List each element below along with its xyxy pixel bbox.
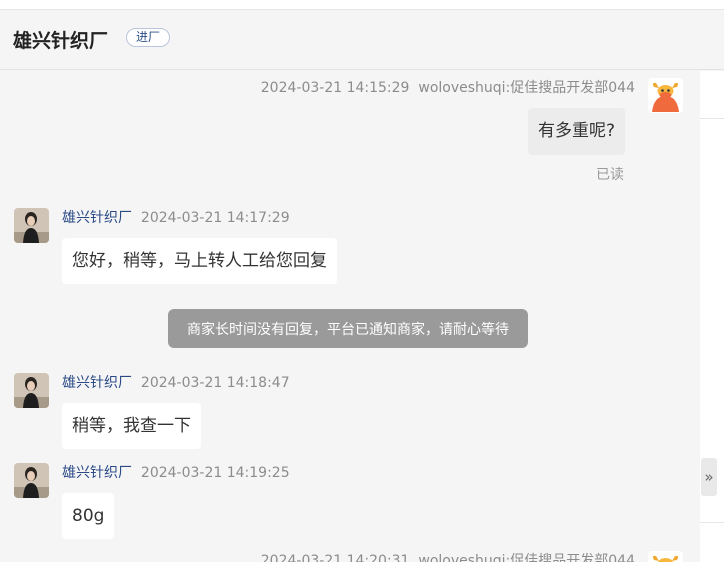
- message-bubble[interactable]: 80g: [62, 493, 115, 539]
- message-meta: 雄兴针织厂 2024-03-21 14:19:25: [62, 462, 290, 482]
- rail-divider: [700, 118, 724, 119]
- message-sender: woloveshuqi:促佳搜品开发部044: [418, 80, 635, 96]
- message-timestamp: 2024-03-21 14:15:29: [260, 80, 410, 96]
- shop-title: 雄兴针织厂: [13, 30, 109, 52]
- message-meta: 2024-03-21 14:15:29 woloveshuqi:促佳搜品开发部0…: [261, 77, 635, 97]
- message-bubble[interactable]: 稍等，我查一下: [62, 403, 201, 449]
- message-sender[interactable]: 雄兴针织厂: [62, 375, 132, 391]
- double-chevron-right-icon: »: [704, 468, 714, 486]
- chat-header: 雄兴针织厂 进厂: [0, 10, 724, 70]
- message-list[interactable]: 2024-03-21 14:15:29 woloveshuqi:促佳搜品开发部0…: [0, 71, 700, 562]
- message-bubble[interactable]: 您好，稍等，马上转人工给您回复: [62, 238, 337, 284]
- shop-avatar-photo[interactable]: [14, 463, 49, 498]
- cow-avatar-icon[interactable]: [648, 551, 683, 562]
- enter-shop-badge[interactable]: 进厂: [126, 28, 171, 47]
- message-sender: woloveshuqi:促佳搜品开发部044: [418, 553, 635, 562]
- message-sender[interactable]: 雄兴针织厂: [62, 465, 132, 481]
- message-timestamp: 2024-03-21 14:20:31: [260, 553, 410, 562]
- message-sender[interactable]: 雄兴针织厂: [62, 210, 132, 226]
- shop-avatar-photo[interactable]: [14, 373, 49, 408]
- message-meta: 雄兴针织厂 2024-03-21 14:17:29: [62, 207, 290, 227]
- system-notice: 商家长时间没有回复，平台已通知商家，请耐心等待: [168, 309, 528, 348]
- shop-avatar-photo[interactable]: [14, 208, 49, 243]
- message-meta: 2024-03-21 14:20:31 woloveshuqi:促佳搜品开发部0…: [261, 550, 635, 562]
- cow-avatar-icon[interactable]: [648, 78, 683, 113]
- message-bubble[interactable]: 有多重呢?: [528, 108, 626, 155]
- message-meta: 雄兴针织厂 2024-03-21 14:18:47: [62, 372, 290, 392]
- message-timestamp: 2024-03-21 14:18:47: [140, 375, 290, 391]
- message-timestamp: 2024-03-21 14:17:29: [140, 210, 290, 226]
- top-edge: [0, 0, 724, 10]
- read-status: 已读: [596, 167, 624, 183]
- message-timestamp: 2024-03-21 14:19:25: [140, 465, 290, 481]
- rail-divider: [700, 522, 724, 523]
- collapse-panel-button[interactable]: »: [701, 458, 717, 496]
